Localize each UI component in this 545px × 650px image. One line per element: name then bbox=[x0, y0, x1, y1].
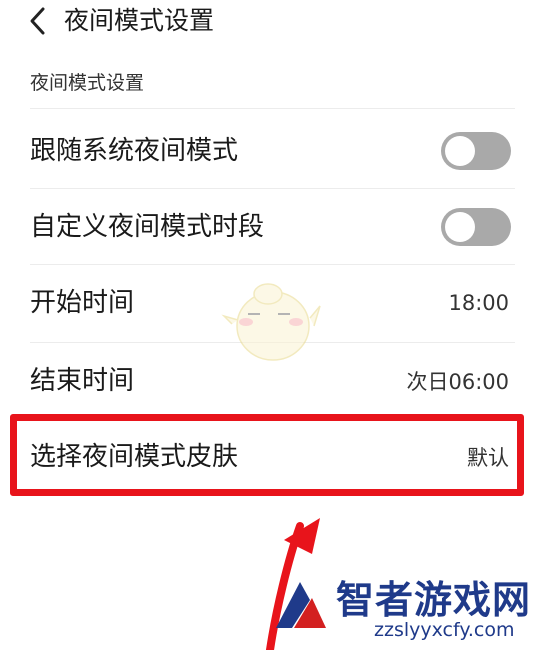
watermark-url: zzslyyxcfy.com bbox=[374, 619, 515, 641]
end-time-label: 结束时间 bbox=[30, 366, 135, 396]
start-time-value: 18:00 bbox=[448, 291, 509, 315]
custom-period-row: 自定义夜间模式时段 bbox=[30, 190, 511, 264]
divider bbox=[30, 188, 515, 189]
highlight-box bbox=[10, 414, 524, 496]
custom-period-label: 自定义夜间模式时段 bbox=[30, 212, 265, 242]
watermark-name: 智者游戏网 bbox=[336, 578, 532, 622]
end-time-value: 次日06:00 bbox=[406, 370, 509, 394]
watermark-logo-icon bbox=[276, 582, 326, 628]
start-time-label: 开始时间 bbox=[30, 288, 135, 318]
section-label: 夜间模式设置 bbox=[30, 72, 145, 94]
toggle-knob bbox=[445, 212, 475, 242]
back-button[interactable] bbox=[22, 4, 52, 38]
page-title: 夜间模式设置 bbox=[64, 6, 215, 35]
mascot-icon bbox=[221, 283, 321, 361]
follow-system-label: 跟随系统夜间模式 bbox=[30, 136, 239, 166]
divider bbox=[30, 108, 515, 109]
chevron-left-icon bbox=[30, 7, 45, 35]
toggle-knob bbox=[445, 136, 475, 166]
follow-system-toggle[interactable] bbox=[441, 132, 511, 170]
top-bar: 夜间模式设置 bbox=[0, 0, 545, 46]
divider bbox=[30, 264, 515, 265]
custom-period-toggle[interactable] bbox=[441, 208, 511, 246]
follow-system-row: 跟随系统夜间模式 bbox=[30, 114, 511, 188]
